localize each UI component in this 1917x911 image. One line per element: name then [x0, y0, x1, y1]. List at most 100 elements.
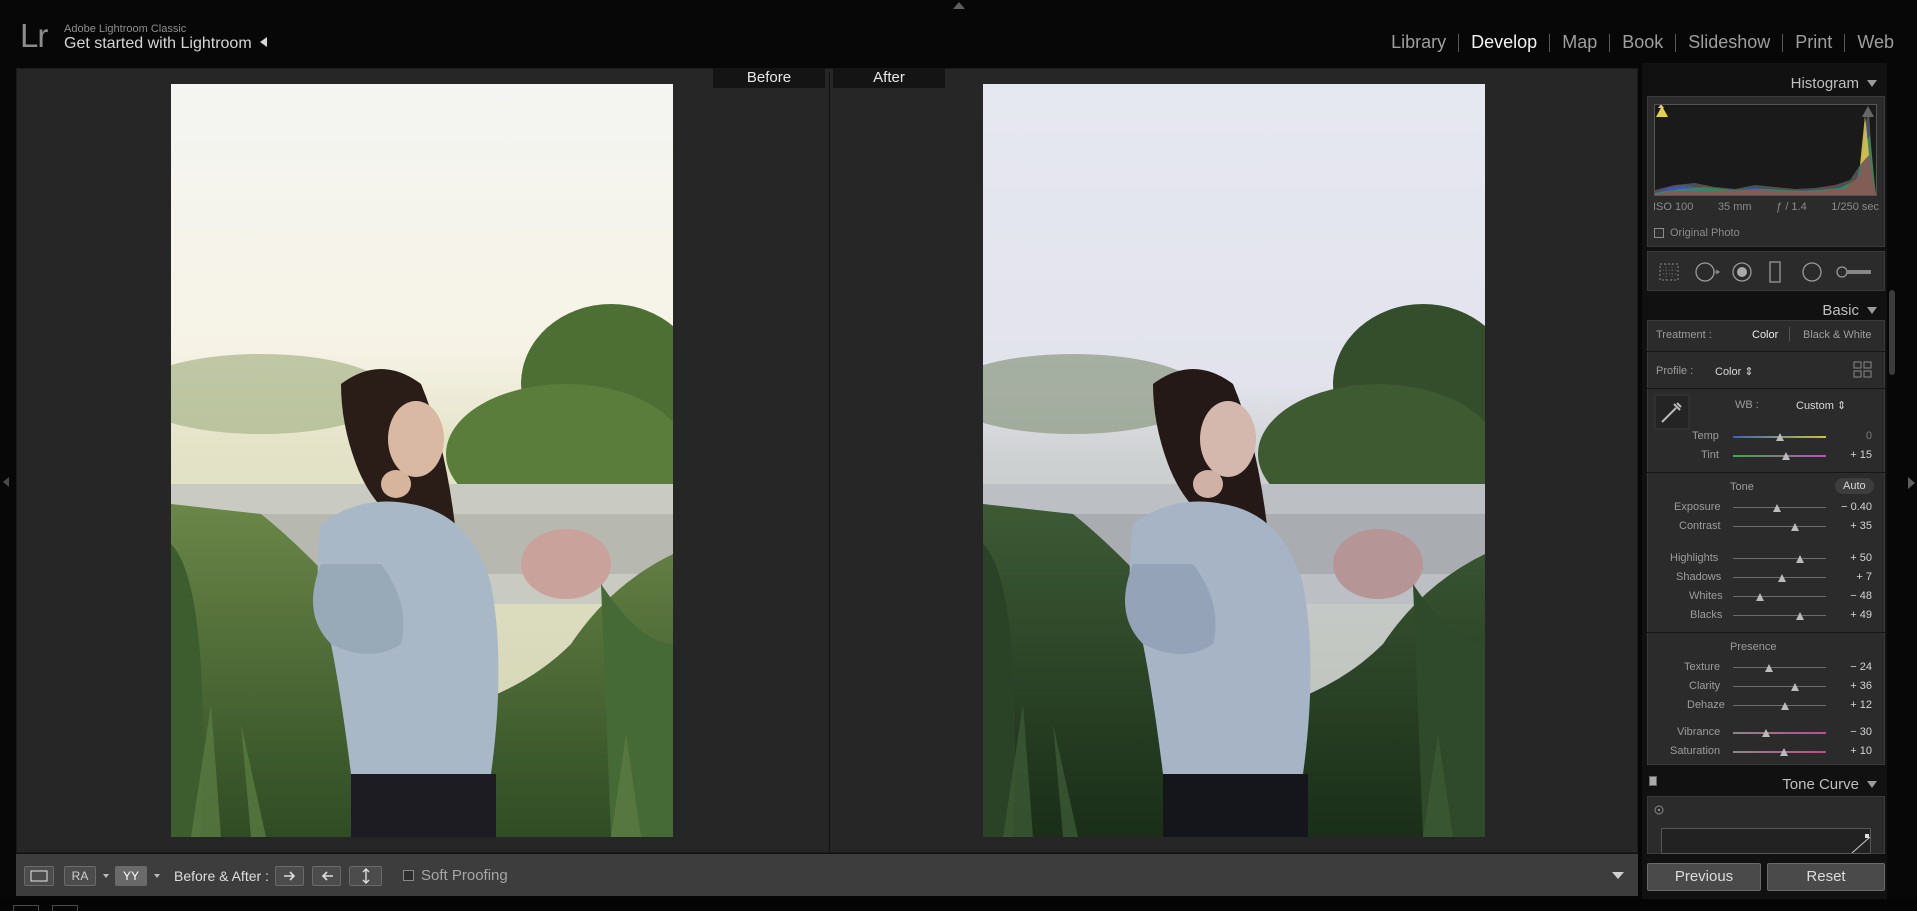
- after-label: After: [833, 68, 945, 88]
- tint-slider-track[interactable]: [1733, 455, 1826, 457]
- soft-proofing-checkbox[interactable]: [403, 870, 414, 881]
- module-library[interactable]: Library: [1379, 32, 1458, 53]
- original-photo-checkbox[interactable]: [1654, 228, 1664, 238]
- histogram-graph[interactable]: [1654, 104, 1877, 196]
- module-slideshow[interactable]: Slideshow: [1676, 32, 1782, 53]
- blacks-slider-thumb[interactable]: [1795, 612, 1804, 620]
- tint-slider-thumb[interactable]: [1782, 452, 1790, 460]
- contrast-slider-thumb[interactable]: [1791, 523, 1800, 531]
- toolbar-content-menu-icon[interactable]: [1612, 872, 1624, 879]
- texture-value[interactable]: − 24: [1828, 661, 1872, 673]
- before-after-left-right-button[interactable]: RA: [64, 866, 96, 886]
- targeted-adjustment-icon[interactable]: [1654, 805, 1664, 815]
- highlights-slider-track[interactable]: [1733, 558, 1826, 559]
- blacks-value[interactable]: + 49: [1828, 609, 1872, 621]
- wb-dropdown[interactable]: Custom ⇕: [1796, 399, 1846, 412]
- swap-before-after-button[interactable]: [349, 866, 382, 886]
- whites-slider-track[interactable]: [1733, 596, 1826, 597]
- identity-plate[interactable]: Get started with Lightroom: [64, 35, 267, 53]
- copy-before-to-after-button[interactable]: [275, 866, 304, 886]
- view-mode-dropdown-icon[interactable]: [103, 874, 109, 878]
- previous-button[interactable]: Previous: [1647, 863, 1761, 891]
- graduated-filter-icon[interactable]: [1768, 260, 1782, 284]
- tone-curve-graph[interactable]: [1661, 828, 1871, 854]
- right-panel-scrollbar[interactable]: [1889, 290, 1895, 375]
- texture-slider-track[interactable]: [1733, 667, 1826, 668]
- shadows-value[interactable]: + 7: [1828, 571, 1872, 583]
- exposure-slider-thumb[interactable]: [1772, 504, 1781, 512]
- histogram-panel-header[interactable]: Histogram: [1647, 67, 1885, 97]
- exposure-value[interactable]: − 0.40: [1828, 501, 1872, 513]
- loupe-view-button[interactable]: [24, 866, 54, 886]
- vibrance-slider-track[interactable]: [1733, 732, 1826, 734]
- module-print[interactable]: Print: [1783, 32, 1844, 53]
- highlight-clipping-warning-icon[interactable]: [1862, 106, 1874, 117]
- treatment-bw-option[interactable]: Black & White: [1803, 329, 1871, 341]
- highlights-label: Highlights: [1670, 552, 1719, 564]
- filmstrip-loupe-icon[interactable]: [52, 905, 78, 911]
- arrow-left-icon: [321, 871, 333, 881]
- basic-title: Basic: [1822, 302, 1859, 319]
- view-mode-dropdown-icon[interactable]: [154, 874, 160, 878]
- dehaze-value[interactable]: + 12: [1828, 699, 1872, 711]
- temp-slider-thumb[interactable]: [1775, 433, 1784, 441]
- reset-button[interactable]: Reset: [1767, 863, 1885, 891]
- before-after-view-button[interactable]: YY: [115, 866, 147, 886]
- module-web[interactable]: Web: [1845, 32, 1906, 53]
- dehaze-slider-thumb[interactable]: [1781, 702, 1790, 710]
- before-photo[interactable]: [171, 84, 673, 837]
- vibrance-value[interactable]: − 30: [1828, 726, 1872, 738]
- shadows-slider-thumb[interactable]: [1778, 574, 1787, 582]
- blacks-slider-track[interactable]: [1733, 615, 1826, 616]
- texture-slider-thumb[interactable]: [1765, 664, 1774, 672]
- saturation-value[interactable]: + 10: [1828, 745, 1872, 757]
- highlights-value[interactable]: + 50: [1828, 552, 1872, 564]
- clarity-slider-thumb[interactable]: [1791, 683, 1800, 691]
- adjustment-brush-icon[interactable]: [1835, 265, 1873, 279]
- white-balance-selector-icon[interactable]: [1654, 394, 1690, 430]
- after-photo[interactable]: [983, 84, 1485, 837]
- module-map[interactable]: Map: [1550, 32, 1609, 53]
- profile-dropdown[interactable]: Color ⇕: [1715, 365, 1754, 378]
- contrast-slider-track[interactable]: [1733, 526, 1826, 527]
- profile-browser-icon[interactable]: [1853, 361, 1873, 378]
- dehaze-slider-track[interactable]: [1733, 705, 1826, 706]
- saturation-slider-thumb[interactable]: [1780, 748, 1789, 756]
- vibrance-slider-thumb[interactable]: [1762, 729, 1771, 737]
- treatment-label: Treatment :: [1656, 329, 1712, 341]
- shadow-clipping-warning-icon[interactable]: [1656, 106, 1668, 117]
- profile-value: Color: [1715, 366, 1742, 378]
- radial-filter-icon[interactable]: [1801, 261, 1823, 283]
- whites-value[interactable]: − 48: [1828, 590, 1872, 602]
- activity-center-triangle-icon[interactable]: [259, 37, 267, 47]
- original-photo-toggle[interactable]: Original Photo: [1654, 227, 1740, 239]
- whites-slider-thumb[interactable]: [1755, 593, 1764, 601]
- temp-value[interactable]: 0: [1828, 430, 1872, 442]
- collapse-triangle-icon: [1867, 781, 1877, 788]
- left-panel-toggle-icon[interactable]: [3, 477, 9, 487]
- crop-overlay-icon[interactable]: [1658, 262, 1680, 282]
- soft-proofing-toggle[interactable]: Soft Proofing: [403, 867, 508, 884]
- tone-curve-panel-header[interactable]: Tone Curve: [1647, 768, 1885, 798]
- top-panel-toggle-icon[interactable]: [953, 2, 965, 9]
- collapse-triangle-icon: [1867, 307, 1877, 314]
- red-eye-icon[interactable]: [1731, 261, 1753, 283]
- spot-removal-icon[interactable]: [1694, 261, 1720, 283]
- collapse-triangle-icon: [1867, 80, 1877, 87]
- toolbar: RA YY Before & After : Soft Proofing: [16, 853, 1638, 896]
- panel-solo-switch-icon[interactable]: [1649, 776, 1657, 786]
- copy-after-to-before-button[interactable]: [312, 866, 341, 886]
- soft-proofing-label: Soft Proofing: [421, 867, 508, 884]
- filmstrip-grid-icon[interactable]: [13, 905, 39, 911]
- auto-tone-button[interactable]: Auto: [1835, 478, 1874, 494]
- highlights-slider-thumb[interactable]: [1795, 555, 1804, 563]
- module-develop[interactable]: Develop: [1459, 32, 1549, 53]
- presence-label: Presence: [1730, 641, 1777, 653]
- clarity-slider-track[interactable]: [1733, 686, 1826, 687]
- contrast-value[interactable]: + 35: [1828, 520, 1872, 532]
- tint-value[interactable]: + 15: [1828, 449, 1872, 461]
- module-book[interactable]: Book: [1610, 32, 1675, 53]
- right-panel-toggle-icon[interactable]: [1908, 477, 1915, 489]
- clarity-value[interactable]: + 36: [1828, 680, 1872, 692]
- treatment-color-option[interactable]: Color: [1752, 329, 1778, 341]
